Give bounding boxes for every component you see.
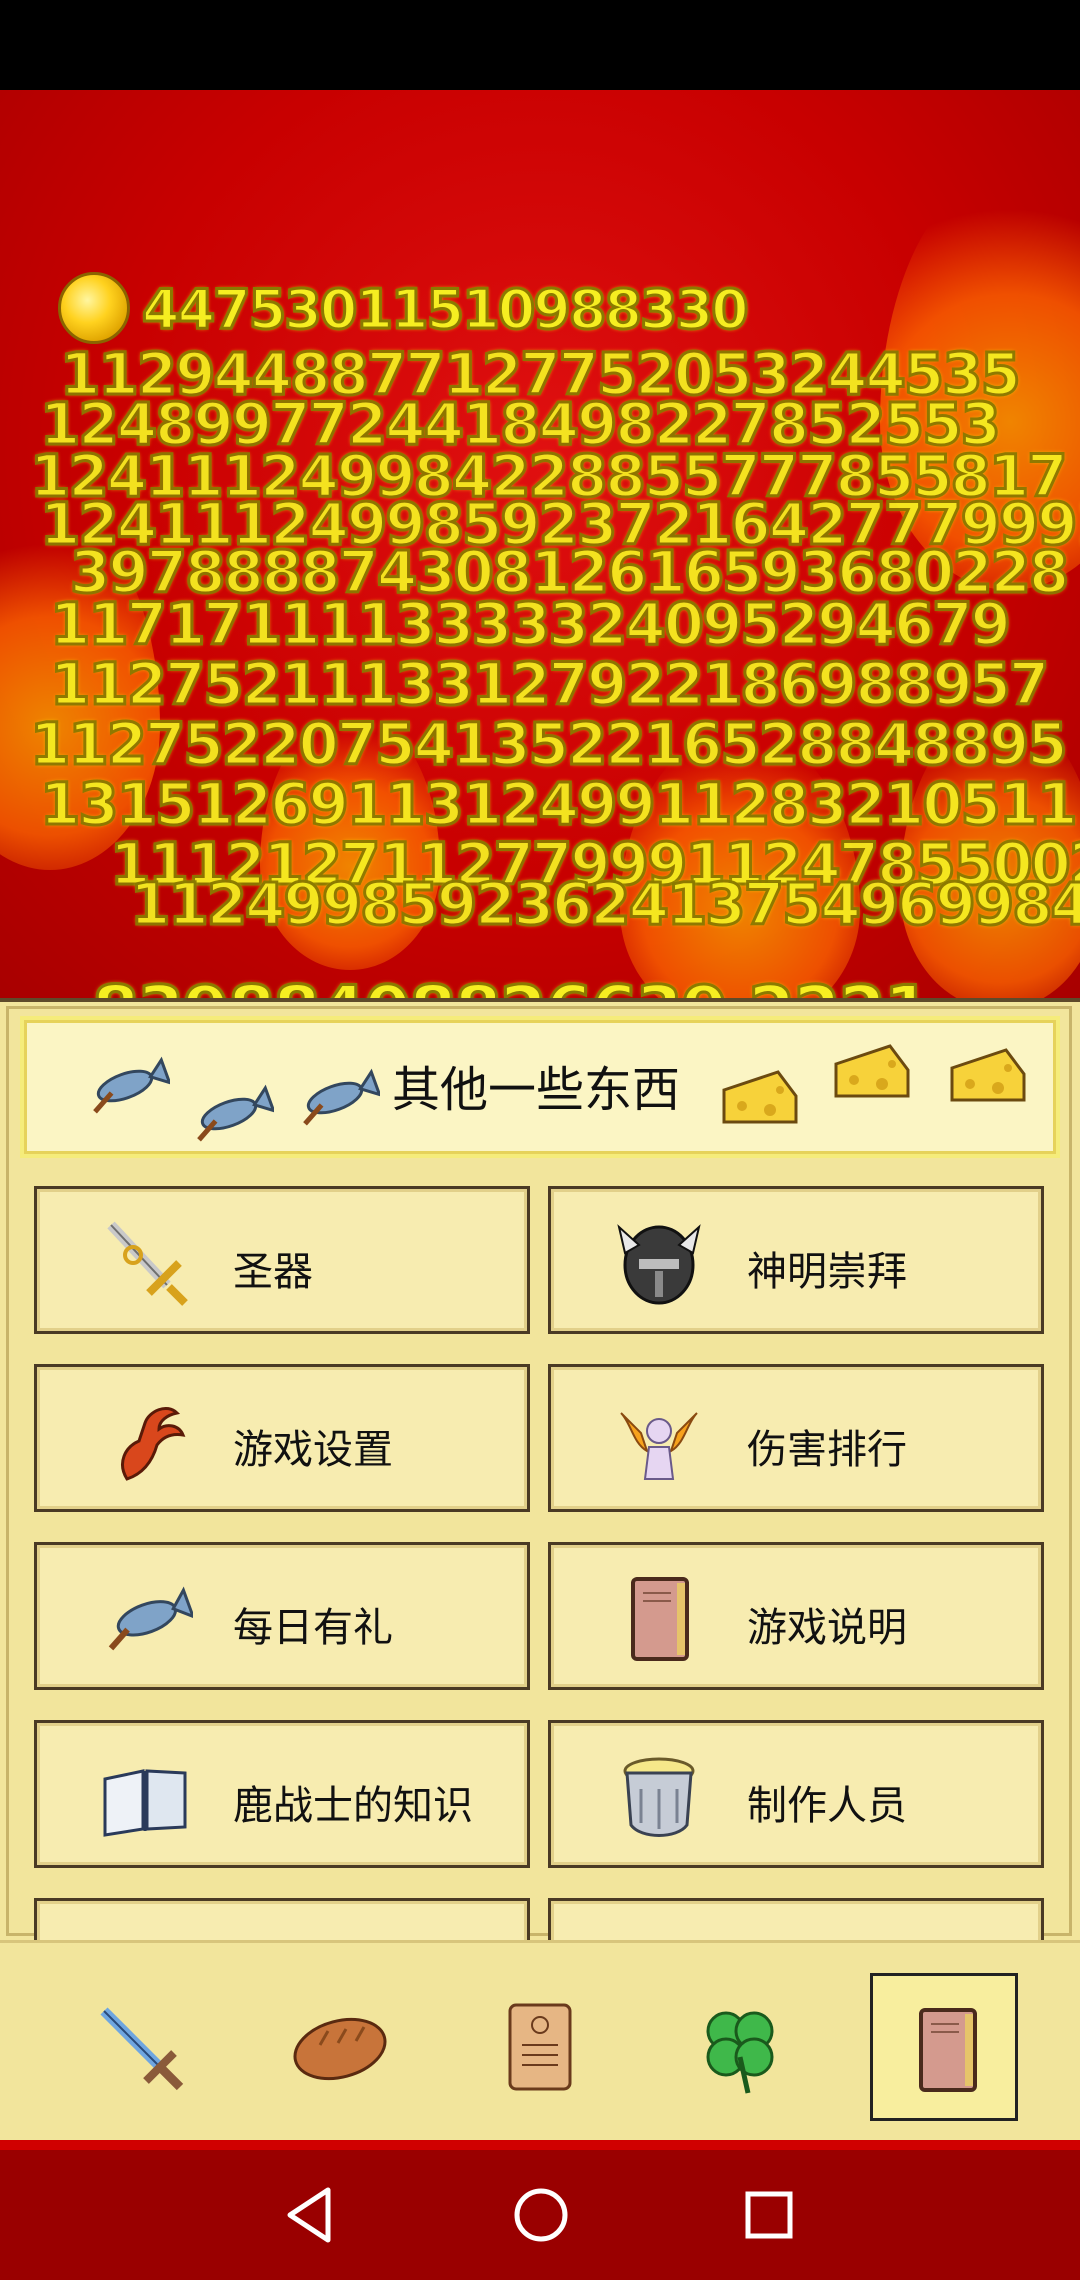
deer-warrior-knowledge-label: 鹿战士的知识 [233, 1783, 473, 1829]
nav-scroll-button[interactable] [466, 1973, 614, 2121]
game-area[interactable]: 44753011510988330 1129448877127752053244… [0, 90, 1080, 998]
book-icon [919, 2008, 977, 2092]
nav-sword-button[interactable] [66, 1973, 214, 2121]
coin-amount: 44753011510988330 [141, 277, 751, 343]
damage-ranking-button[interactable]: 伤害排行 [548, 1364, 1044, 1512]
nav-clover-button[interactable] [666, 1973, 814, 2121]
credits-label: 制作人员 [747, 1783, 907, 1829]
coin-icon [58, 272, 130, 344]
game-settings-button[interactable]: 游戏设置 [34, 1364, 530, 1512]
menu-banner: 其他一些东西 [20, 1016, 1060, 1158]
nav-bread-button[interactable] [266, 1973, 414, 2121]
floating-damage-number: 131512691131249911283210511 [39, 769, 1080, 840]
recents-icon[interactable] [734, 2180, 804, 2250]
menu-button-partial[interactable] [548, 1898, 1044, 1944]
fish-icon [197, 1084, 274, 1142]
holy-relic-label: 圣器 [233, 1249, 313, 1295]
god-worship-label: 神明崇拜 [747, 1249, 907, 1295]
floating-damage-number: 112752207541352216528848895 [29, 709, 1070, 780]
clover-icon [706, 2011, 774, 2094]
credits-button[interactable]: 制作人员 [548, 1720, 1044, 1868]
damage-ranking-label: 伤害排行 [747, 1427, 907, 1473]
floating-damage-number: 1124998592362413754969984 [129, 869, 1080, 940]
book-icon [631, 1577, 689, 1661]
floating-damage-number: 1171711113333324095294679 [49, 589, 1013, 660]
bottom-nav [0, 1940, 1080, 2140]
menu-button-partial[interactable] [34, 1898, 530, 1944]
deer-warrior-knowledge-button[interactable]: 鹿战士的知识 [34, 1720, 530, 1868]
daily-gift-label: 每日有礼 [233, 1605, 393, 1651]
sword-icon [100, 2007, 184, 2091]
fish-icon [108, 1586, 193, 1651]
god-worship-button[interactable]: 神明崇拜 [548, 1186, 1044, 1334]
floating-damage-number: 11275211133127922186988957 [48, 649, 1050, 720]
holy-relic-button[interactable]: 圣器 [34, 1186, 530, 1334]
winged-angel-icon [620, 1412, 698, 1480]
daily-gift-button[interactable]: 每日有礼 [34, 1542, 530, 1690]
dark-knight-helmet-icon [617, 1224, 701, 1305]
cheese-icon [950, 1048, 1026, 1102]
status-bar [0, 0, 1080, 90]
scroll-icon [508, 2003, 572, 2091]
home-icon[interactable] [506, 2180, 576, 2250]
game-guide-button[interactable]: 游戏说明 [548, 1542, 1044, 1690]
knight-helmet-icon [623, 1757, 695, 1837]
fish-icon [93, 1056, 170, 1114]
system-nav-bar [0, 2150, 1080, 2280]
cheese-icon [722, 1070, 798, 1124]
nav-book-button[interactable] [870, 1973, 1018, 2121]
divider-strip [0, 2140, 1080, 2150]
back-icon[interactable] [276, 2180, 346, 2250]
bread-icon [293, 2017, 387, 2081]
menu-panel: 其他一些东西 圣器 神明崇拜 游戏设置 伤害排行 每日有礼 游戏说明 鹿战士的知… [0, 998, 1080, 1944]
cheese-icon [834, 1044, 910, 1098]
game-guide-label: 游戏说明 [747, 1605, 907, 1651]
banner-title: 其他一些东西 [392, 1062, 681, 1118]
game-settings-label: 游戏设置 [233, 1427, 393, 1473]
lobster-claw-icon [121, 1407, 186, 1481]
damage-total: 83988408826639 2221 [90, 971, 932, 999]
fish-icon [303, 1068, 380, 1126]
open-book-icon [103, 1769, 187, 1837]
holy-sword-icon [107, 1221, 188, 1306]
